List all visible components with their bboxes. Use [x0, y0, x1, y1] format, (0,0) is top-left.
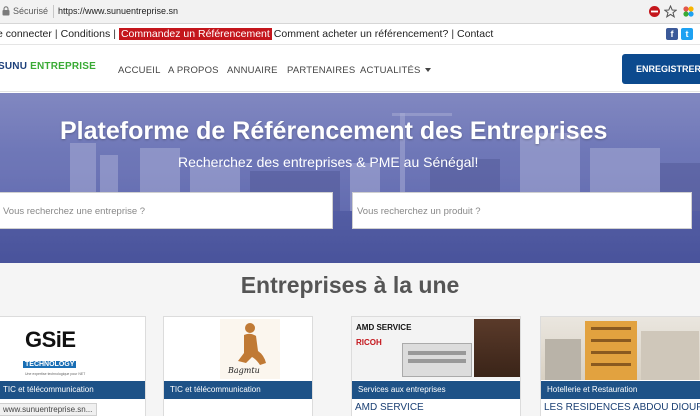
twitter-icon[interactable]: t: [681, 28, 693, 40]
nav-a-propos[interactable]: A PROPOS: [168, 65, 219, 76]
company-logo: GSiE TECHNOLOGY Une expertise technologi…: [0, 317, 145, 380]
order-referencing-link[interactable]: Commandez un Référencement: [118, 28, 272, 40]
category-label: Services aux entreprises: [352, 381, 520, 399]
address-separator: [53, 5, 54, 18]
featured-title: Entreprises à la une: [240, 272, 460, 298]
company-card[interactable]: GSiE TECHNOLOGY Une expertise technologi…: [0, 316, 146, 416]
product-search-input[interactable]: Vous recherchez un produit ?: [352, 192, 692, 229]
company-card[interactable]: AMD SERVICE RICOH Services aux entrepris…: [351, 316, 521, 416]
company-image: [541, 317, 700, 380]
nav-actualites[interactable]: ACTUALITÉS: [360, 65, 431, 76]
category-label: Hotellerie et Restauration: [541, 381, 700, 399]
browser-toolbar: Sécurisé https://www.sunuentreprise.sn: [0, 0, 700, 24]
address-bar[interactable]: https://www.sunuentreprise.sn: [58, 6, 178, 16]
category-label: TIC et télécommunication: [0, 381, 145, 399]
company-name[interactable]: LES RESIDENCES ABDOU DIOUF: [544, 402, 700, 413]
conditions-link[interactable]: Conditions: [61, 28, 111, 40]
top-links-bar: e connecter | Conditions | Commandez un Réfé…: [0, 25, 700, 45]
lock-icon: [2, 6, 10, 16]
login-link[interactable]: e connecter: [0, 28, 52, 40]
company-image: AMD SERVICE RICOH: [352, 317, 520, 380]
nav-annuaire[interactable]: ANNUAIRE: [227, 65, 278, 76]
extension-icon[interactable]: [682, 5, 695, 18]
company-name[interactable]: AMD SERVICE: [355, 402, 424, 413]
person-photo: [474, 319, 520, 377]
secure-label: Sécurisé: [13, 6, 49, 16]
hero-subtitle: Recherchez des entreprises & PME au Séné…: [178, 154, 479, 170]
bookmark-star-icon[interactable]: [664, 5, 677, 18]
how-to-buy-link[interactable]: Comment acheter un référencement?: [274, 28, 449, 40]
company-card[interactable]: Hotellerie et Restauration LES RESIDENCE…: [540, 316, 700, 416]
browser-status-bar: www.sunuentreprise.sn...: [0, 403, 98, 416]
company-card[interactable]: Bagmtu TIC et télécommunication: [163, 316, 313, 416]
adblock-icon[interactable]: [648, 5, 661, 18]
site-logo[interactable]: SUNU ENTREPRISE: [0, 61, 96, 72]
hero-banner: Plateforme de Référencement des Entrepri…: [0, 93, 700, 263]
contact-link[interactable]: Contact: [457, 28, 493, 40]
category-label: TIC et télécommunication: [164, 381, 312, 399]
nav-accueil[interactable]: ACCUEIL: [118, 65, 161, 76]
facebook-icon[interactable]: f: [666, 28, 678, 40]
main-navbar: SUNU ENTREPRISE ACCUEIL A PROPOS ANNUAIR…: [0, 46, 700, 92]
company-logo: Bagmtu: [164, 317, 312, 380]
caret-down-icon: [424, 68, 431, 73]
hero-title: Plateforme de Référencement des Entrepri…: [60, 117, 608, 145]
company-search-input[interactable]: Vous recherchez une entreprise ?: [0, 192, 333, 229]
register-button[interactable]: ENREGISTRER!: [622, 54, 700, 84]
nav-partenaires[interactable]: PARTENAIRES: [287, 65, 355, 76]
